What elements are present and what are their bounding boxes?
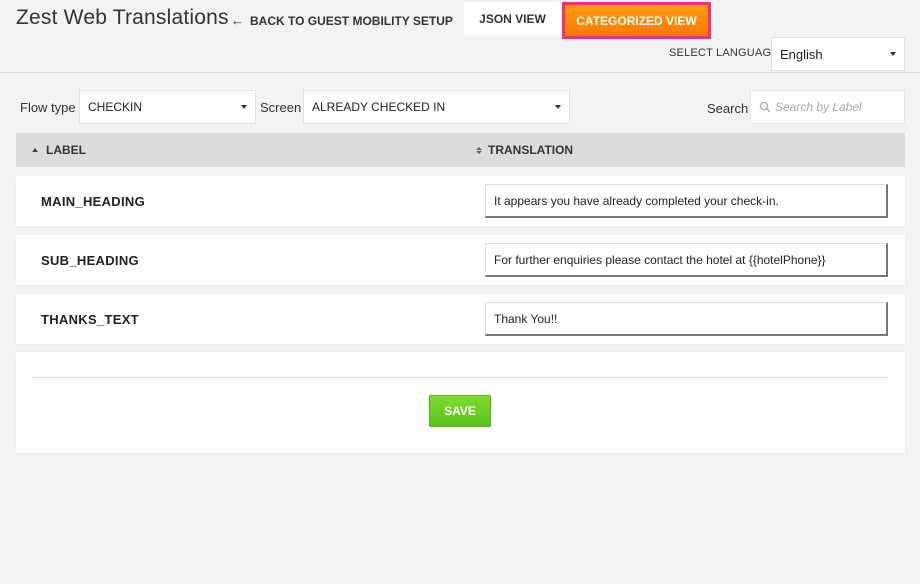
table-row: SUB_HEADING <box>16 235 905 285</box>
caret-down-icon <box>890 52 896 56</box>
row-label: SUB_HEADING <box>41 252 139 268</box>
search-input[interactable] <box>775 100 895 114</box>
page-title: Zest Web Translations <box>16 6 229 29</box>
select-language-label: SELECT LANGUAGE <box>669 47 779 59</box>
search-box <box>750 90 905 124</box>
arrow-left-icon: ← <box>231 13 244 28</box>
back-to-guest-mobility-link[interactable]: ← BACK TO GUEST MOBILITY SETUP <box>231 13 453 28</box>
search-icon <box>759 101 771 113</box>
caret-down-icon <box>241 105 247 109</box>
header: Zest Web Translations ← BACK TO GUEST MO… <box>0 0 920 72</box>
table-row: THANKS_TEXT <box>16 294 905 344</box>
language-value: English <box>780 46 823 62</box>
screen-select[interactable]: ALREADY CHECKED IN <box>303 90 570 124</box>
column-label-text: LABEL <box>46 143 86 157</box>
sort-icon <box>476 146 482 154</box>
search-label: Search <box>707 101 749 116</box>
caret-down-icon <box>555 105 561 109</box>
tab-json-view[interactable]: JSON VIEW <box>464 2 561 36</box>
tab-categorized-view[interactable]: CATEGORIZED VIEW <box>562 2 711 39</box>
screen-label: Screen <box>260 100 302 115</box>
row-label: THANKS_TEXT <box>41 311 139 327</box>
column-header-translation[interactable]: TRANSLATION <box>476 133 573 167</box>
save-button[interactable]: SAVE <box>429 395 491 427</box>
header-divider <box>0 72 920 73</box>
row-label: MAIN_HEADING <box>41 193 145 209</box>
translation-input[interactable] <box>485 302 888 336</box>
save-panel: SAVE <box>16 352 905 453</box>
table-header: LABEL TRANSLATION <box>16 133 905 167</box>
table-row: MAIN_HEADING <box>16 176 905 226</box>
sort-ascending-icon <box>32 148 38 152</box>
flow-type-value: CHECKIN <box>88 100 143 114</box>
translation-input[interactable] <box>485 243 888 277</box>
column-translation-text: TRANSLATION <box>488 143 574 157</box>
back-link-label: BACK TO GUEST MOBILITY SETUP <box>250 13 453 28</box>
translation-input[interactable] <box>485 184 888 218</box>
flow-type-label: Flow type <box>20 100 76 115</box>
language-select[interactable]: English <box>771 37 905 71</box>
column-header-label[interactable]: LABEL <box>32 133 86 167</box>
screen-value: ALREADY CHECKED IN <box>312 100 446 114</box>
flow-type-select[interactable]: CHECKIN <box>79 90 256 124</box>
save-divider <box>32 377 888 378</box>
